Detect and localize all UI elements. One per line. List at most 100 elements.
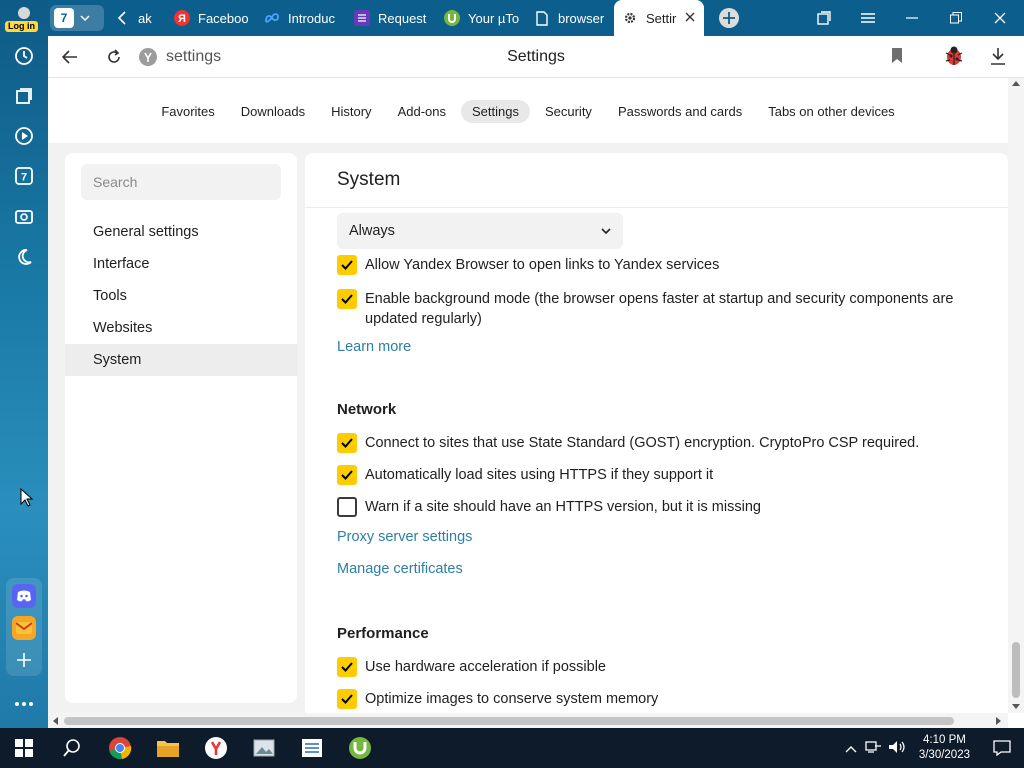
nav-downloads[interactable]: Downloads: [230, 100, 316, 123]
history-icon[interactable]: [12, 44, 36, 68]
checkbox-checked[interactable]: [337, 657, 357, 677]
option-https-autoload[interactable]: Automatically load sites using HTTPS if …: [337, 465, 713, 485]
option-background-mode[interactable]: Enable background mode (the browser open…: [337, 289, 987, 329]
gear-icon: [622, 10, 638, 26]
file-explorer-icon[interactable]: [144, 728, 192, 768]
tab-3[interactable]: Request: [346, 0, 436, 36]
sidebar-item-websites[interactable]: Websites: [65, 312, 297, 344]
tab-group-switcher[interactable]: 7: [48, 0, 106, 36]
clock-date: 3/30/2023: [918, 749, 970, 761]
tab-0[interactable]: ak: [106, 0, 166, 36]
tab-title: browser: [558, 10, 605, 26]
more-icon[interactable]: [12, 692, 36, 716]
vertical-scrollbar[interactable]: [1008, 78, 1024, 713]
checkbox-unchecked[interactable]: [337, 497, 357, 517]
tab-counter-icon[interactable]: 7: [12, 164, 36, 188]
yandex-icon: Я: [174, 10, 190, 26]
windows-start-icon[interactable]: [0, 728, 48, 768]
nav-settings[interactable]: Settings: [460, 100, 530, 123]
checkbox-checked[interactable]: [337, 465, 357, 485]
proxy-settings-link[interactable]: Proxy server settings: [337, 529, 472, 545]
night-mode-icon[interactable]: [12, 245, 36, 269]
manage-certificates-link[interactable]: Manage certificates: [337, 561, 463, 577]
network-icon[interactable]: [861, 740, 885, 757]
browser-window: settings Settings Favorites Downloads Hi…: [48, 36, 1024, 728]
close-tab-icon[interactable]: [684, 11, 696, 26]
checkbox-checked[interactable]: [337, 433, 357, 453]
downloads-button[interactable]: [990, 47, 1006, 68]
option-optimize-images[interactable]: Optimize images to conserve system memor…: [337, 689, 658, 709]
tab-5[interactable]: browser: [526, 0, 614, 36]
scroll-down-icon[interactable]: [1012, 704, 1020, 710]
tab-manager-button[interactable]: [802, 0, 846, 36]
tab-6-active[interactable]: Settir: [614, 0, 704, 36]
startup-select[interactable]: Always: [337, 213, 623, 249]
mail-icon[interactable]: [12, 616, 36, 640]
screenshot-icon[interactable]: [12, 204, 36, 228]
yandex-browser-icon[interactable]: [192, 728, 240, 768]
checkbox-checked[interactable]: [337, 255, 357, 275]
bookmark-button[interactable]: [890, 47, 904, 68]
utorrent-icon[interactable]: [336, 728, 384, 768]
notifications-icon[interactable]: [980, 740, 1024, 756]
notepad-icon[interactable]: [288, 728, 336, 768]
sidebar-item-interface[interactable]: Interface: [65, 248, 297, 280]
settings-main-panel: System Always Allow Yandex Browser to op…: [305, 153, 1008, 713]
back-button[interactable]: [48, 36, 92, 78]
restore-button[interactable]: [934, 0, 978, 36]
tab-title: Introduc: [288, 10, 335, 26]
discord-icon[interactable]: [12, 584, 36, 608]
tab-title: Request: [378, 10, 427, 26]
select-value: Always: [349, 223, 395, 239]
tab-1[interactable]: Я Faceboo: [166, 0, 256, 36]
option-hardware-acceleration[interactable]: Use hardware acceleration if possible: [337, 657, 606, 677]
nav-add-ons[interactable]: Add-ons: [387, 100, 457, 123]
play-icon[interactable]: [12, 124, 36, 148]
sidebar-item-system[interactable]: System: [65, 344, 297, 376]
nav-passwords-and-cards[interactable]: Passwords and cards: [607, 100, 753, 123]
option-open-yandex-links[interactable]: Allow Yandex Browser to open links to Ya…: [337, 255, 719, 275]
search-input[interactable]: Search: [81, 164, 281, 200]
login-button[interactable]: Log in: [5, 4, 43, 32]
nav-history[interactable]: History: [320, 100, 382, 123]
scroll-right-icon[interactable]: [996, 717, 1002, 725]
sidebar-item-general-settings[interactable]: General settings: [65, 216, 297, 248]
sidebar-item-tools[interactable]: Tools: [65, 280, 297, 312]
collections-icon[interactable]: [12, 84, 36, 108]
nav-security[interactable]: Security: [534, 100, 603, 123]
new-tab-button[interactable]: [704, 0, 754, 36]
extension-button[interactable]: [943, 45, 965, 70]
nav-tabs-on-other-devices[interactable]: Tabs on other devices: [757, 100, 905, 123]
nav-favorites[interactable]: Favorites: [150, 100, 225, 123]
volume-icon[interactable]: [885, 740, 909, 757]
scroll-up-icon[interactable]: [1012, 80, 1020, 86]
url-field[interactable]: settings: [138, 47, 221, 67]
option-gost-encryption[interactable]: Connect to sites that use State Standard…: [337, 433, 919, 453]
checkbox-checked[interactable]: [337, 289, 357, 309]
reload-button[interactable]: [92, 36, 136, 78]
settings-top-nav: Favorites Downloads History Add-ons Sett…: [48, 100, 1008, 123]
photos-icon[interactable]: [240, 728, 288, 768]
clock[interactable]: 4:10 PM 3/30/2023: [909, 733, 980, 763]
url-text: settings: [166, 47, 222, 65]
tray-chevron-up-icon[interactable]: [841, 740, 861, 756]
option-https-warning[interactable]: Warn if a site should have an HTTPS vers…: [337, 497, 761, 517]
menu-button[interactable]: [846, 0, 890, 36]
add-icon[interactable]: [12, 648, 36, 672]
chrome-icon[interactable]: [96, 728, 144, 768]
vertical-scroll-thumb[interactable]: [1012, 642, 1020, 698]
scroll-left-icon[interactable]: [52, 717, 58, 725]
form-icon: [354, 10, 370, 26]
tab-4[interactable]: Your µTo: [436, 0, 526, 36]
close-window-button[interactable]: [978, 0, 1022, 36]
yandex-sidebar: Log in 7: [0, 0, 48, 728]
learn-more-link[interactable]: Learn more: [337, 339, 411, 355]
minimize-button[interactable]: [890, 0, 934, 36]
yandex-site-icon: [139, 47, 157, 66]
tab-2[interactable]: Introduc: [256, 0, 346, 36]
horizontal-scrollbar[interactable]: [48, 713, 1008, 728]
search-icon[interactable]: [48, 728, 96, 768]
hamburger-icon: [861, 13, 875, 23]
horizontal-scroll-thumb[interactable]: [64, 717, 954, 725]
checkbox-checked[interactable]: [337, 689, 357, 709]
